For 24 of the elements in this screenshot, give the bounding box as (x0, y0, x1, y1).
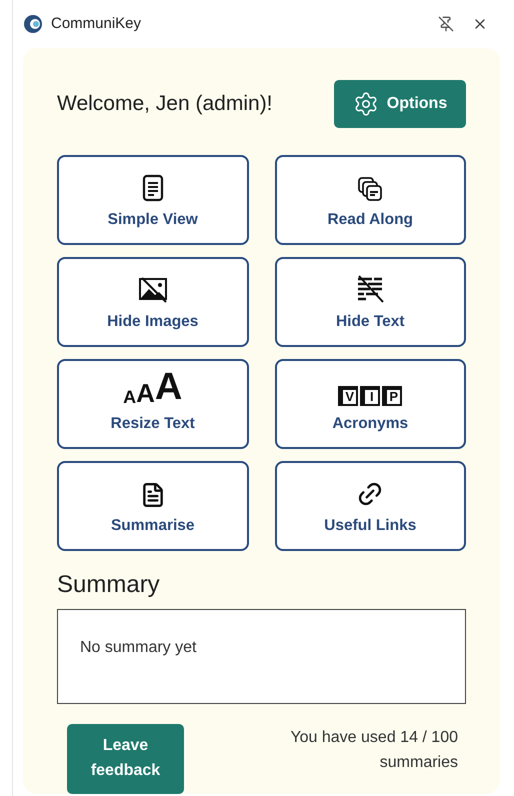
tool-button[interactable]: Hide Text (274, 257, 466, 347)
stacked-pages-icon (357, 176, 384, 202)
unpin-button[interactable] (436, 14, 456, 34)
tool-button[interactable]: V I P Acronyms (274, 359, 466, 449)
gear-icon (352, 91, 379, 117)
document-icon (142, 174, 164, 202)
summary-heading: Summary (57, 570, 161, 600)
tool-button[interactable]: Simple View (57, 155, 248, 245)
tool-button[interactable]: Hide Images (57, 257, 248, 347)
tool-button[interactable]: AAA Resize Text (57, 359, 248, 449)
options-button[interactable]: Options (334, 80, 466, 128)
tool-button[interactable]: Useful Links (274, 461, 466, 551)
feedback-button[interactable]: Leave feedback (67, 724, 184, 794)
welcome-heading: Welcome, Jen (admin)! (57, 91, 273, 117)
summary-field[interactable]: No summary yet (57, 609, 466, 704)
app-logo-icon (23, 14, 43, 34)
hidden-image-icon (138, 276, 168, 304)
unpin-icon (438, 16, 454, 32)
tool-button[interactable]: Summarise (57, 461, 248, 551)
hidden-text-icon (355, 274, 386, 304)
usage-counter: You have used 14 / 100 summaries (289, 728, 458, 773)
tool-button[interactable]: Read Along (274, 155, 466, 245)
text-size-icon: AAA (123, 368, 182, 406)
window-title: CommuniKey (51, 14, 142, 34)
